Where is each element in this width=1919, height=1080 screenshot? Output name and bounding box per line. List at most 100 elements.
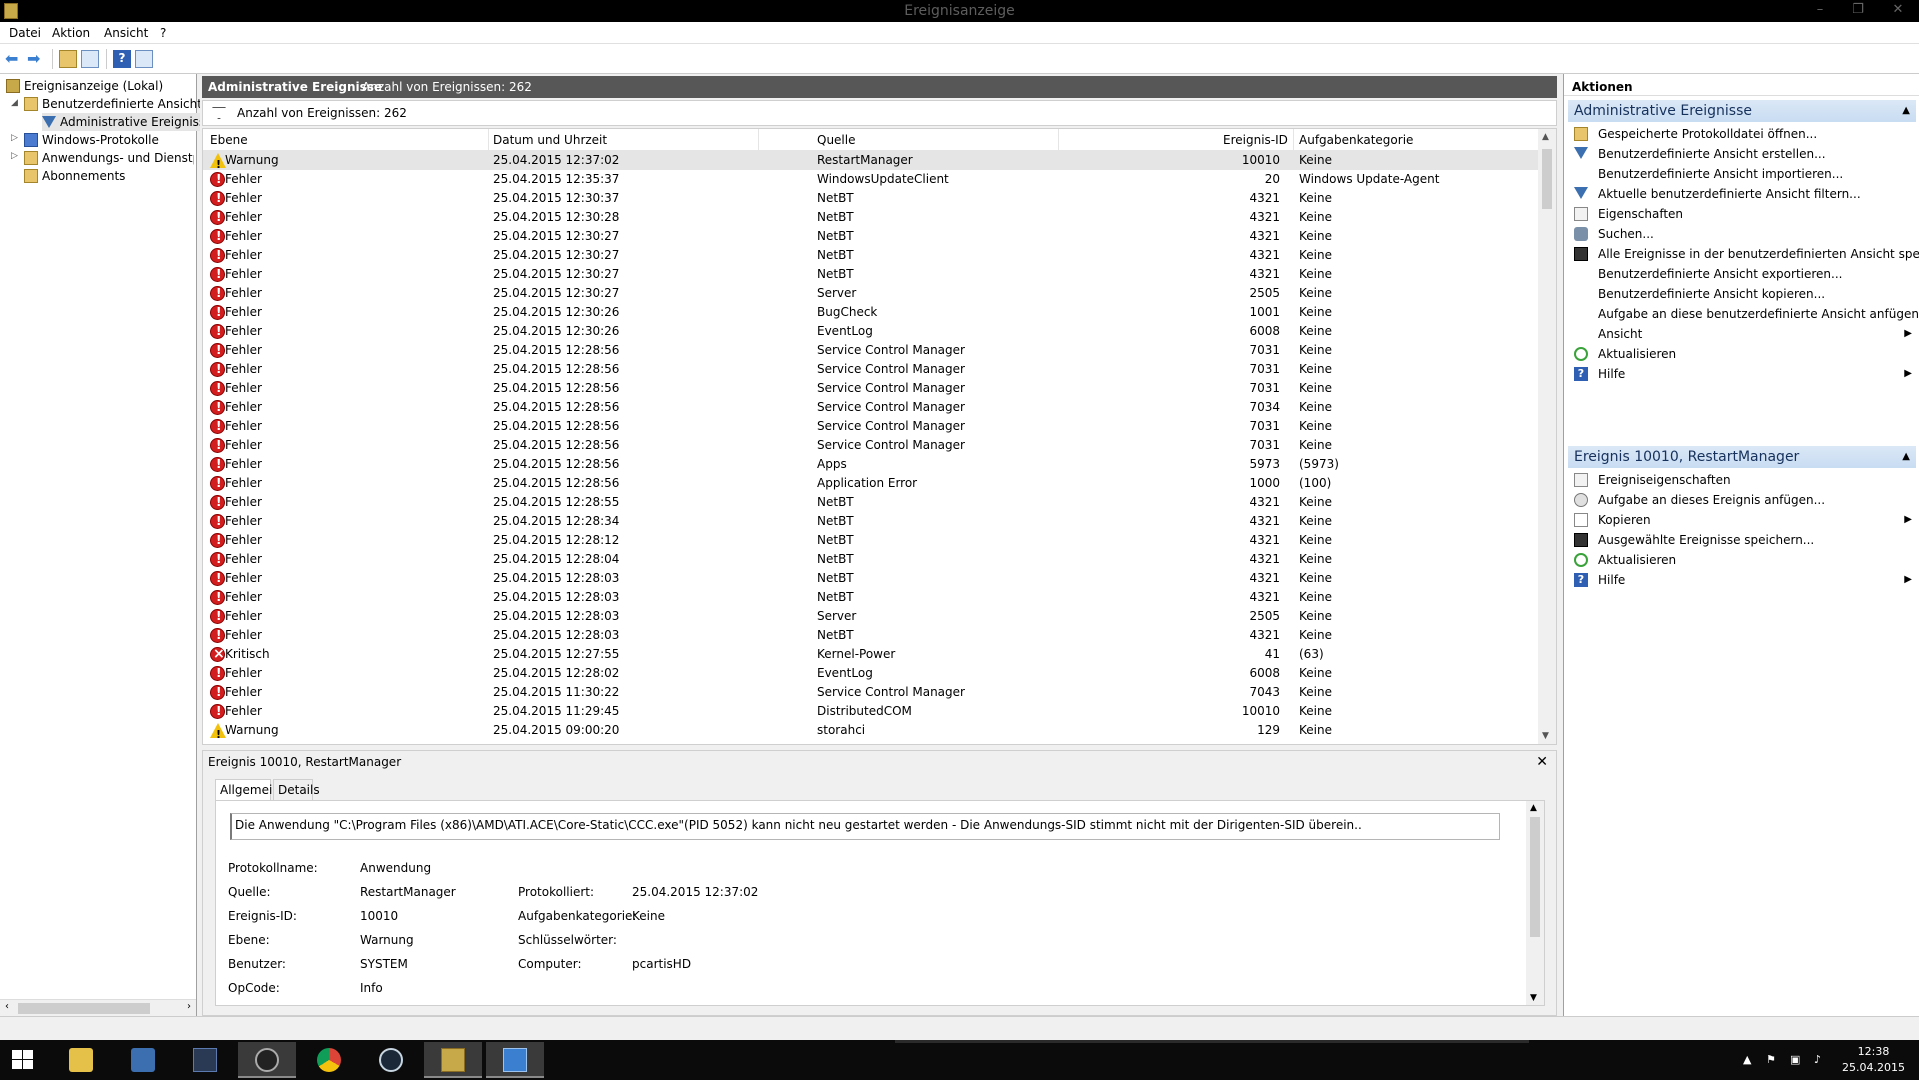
scroll-down-icon[interactable]: ▼ <box>1530 993 1537 1003</box>
action-item[interactable]: Kopieren ▶ <box>1568 510 1916 530</box>
details-vertical-scrollbar[interactable]: ▲ ▼ <box>1526 801 1544 1005</box>
collapse-caret-icon[interactable]: ▲ <box>1902 100 1910 122</box>
tab-allgemein[interactable]: Allgemein <box>215 779 280 802</box>
tree-node-windows-logs[interactable]: Windows-Protokolle <box>24 131 159 149</box>
taskbar-app-event-viewer[interactable] <box>424 1042 482 1078</box>
action-item[interactable]: Ansicht ▶ <box>1568 324 1916 344</box>
col-quelle[interactable]: Quelle <box>817 133 855 147</box>
table-row[interactable]: Fehler 25.04.2015 12:28:03 NetBT 4321 Keine <box>203 626 1538 645</box>
table-row[interactable]: Fehler 25.04.2015 12:28:56 Service Control… <box>203 436 1538 455</box>
action-item[interactable]: Benutzerdefinierte Ansicht importieren..… <box>1568 164 1916 184</box>
tab-details[interactable]: Details <box>273 779 320 801</box>
expand-arrow-icon[interactable]: ▷ <box>11 151 18 161</box>
table-row[interactable]: Fehler 25.04.2015 12:35:37 WindowsUpdateCl… <box>203 170 1538 189</box>
tree-node-admin-events[interactable]: Administrative Ereignisse <box>42 113 217 131</box>
collapse-arrow-icon[interactable]: ◢ <box>11 98 18 108</box>
scrollbar-thumb[interactable] <box>18 1003 150 1014</box>
table-row[interactable]: Fehler 25.04.2015 11:29:45 DistributedCOM 1… <box>203 702 1538 721</box>
table-row[interactable]: Fehler 25.04.2015 12:30:27 NetBT 4321 Keine <box>203 265 1538 284</box>
help-icon[interactable]: ? <box>113 50 131 68</box>
action-item[interactable]: Suchen... <box>1568 224 1916 244</box>
event-message[interactable]: Die Anwendung "C:\Program Files (x86)\AM… <box>230 813 1500 840</box>
action-center-flag-icon[interactable]: ⚑ <box>1766 1053 1776 1066</box>
taskbar-app-steam[interactable] <box>362 1042 420 1078</box>
taskbar-clock[interactable]: 12:38 25.04.2015 <box>1842 1044 1905 1076</box>
table-row[interactable]: Fehler 25.04.2015 12:28:55 NetBT 4321 Keine <box>203 493 1538 512</box>
table-row[interactable]: Fehler 25.04.2015 12:30:27 NetBT 4321 Keine <box>203 246 1538 265</box>
forward-arrow-icon[interactable]: ➡ <box>27 50 45 68</box>
table-row[interactable]: Fehler 25.04.2015 11:30:22 Service Control… <box>203 683 1538 702</box>
table-row[interactable]: Fehler 25.04.2015 12:28:04 NetBT 4321 Keine <box>203 550 1538 569</box>
table-row[interactable]: Fehler 25.04.2015 12:28:56 Application Err… <box>203 474 1538 493</box>
action-item[interactable]: Gespeicherte Protokolldatei öffnen... <box>1568 124 1916 144</box>
taskbar-app-tool[interactable] <box>176 1042 234 1078</box>
action-item[interactable]: Eigenschaften <box>1568 204 1916 224</box>
column-separator[interactable] <box>488 129 489 151</box>
tree-node-root[interactable]: Ereignisanzeige (Lokal) <box>6 77 163 95</box>
scroll-left-icon[interactable]: ‹ <box>5 1001 9 1012</box>
action-item[interactable]: Benutzerdefinierte Ansicht kopieren... <box>1568 284 1916 304</box>
column-separator[interactable] <box>1293 129 1294 151</box>
action-item[interactable]: ? Hilfe ▶ <box>1568 570 1916 590</box>
tree-node-app-logs[interactable]: Anwendungs- und Dienstprotokolle <box>24 149 194 167</box>
volume-icon[interactable]: ♪ <box>1814 1053 1821 1066</box>
taskbar-app-explorer[interactable] <box>52 1042 110 1078</box>
table-row[interactable]: Fehler 25.04.2015 12:28:56 Apps 5973 (5973) <box>203 455 1538 474</box>
menu-help[interactable]: ? <box>160 26 166 40</box>
table-row[interactable]: Fehler 25.04.2015 12:28:03 NetBT 4321 Keine <box>203 569 1538 588</box>
action-item[interactable]: Aktualisieren <box>1568 550 1916 570</box>
table-row[interactable]: Fehler 25.04.2015 12:28:02 EventLog 6008 Kei… <box>203 664 1538 683</box>
taskbar-app-chrome[interactable] <box>300 1042 358 1078</box>
action-item[interactable]: Aktuelle benutzerdefinierte Ansicht filt… <box>1568 184 1916 204</box>
scroll-up-icon[interactable]: ▲ <box>1530 803 1537 813</box>
network-tray-icon[interactable]: ▣ <box>1790 1053 1800 1066</box>
minimize-button[interactable]: – <box>1805 0 1835 22</box>
expand-arrow-icon[interactable]: ▷ <box>11 133 18 143</box>
table-row[interactable]: Fehler 25.04.2015 12:28:56 Service Control… <box>203 341 1538 360</box>
show-hide-tree-icon[interactable] <box>81 50 99 68</box>
show-hidden-icons-icon[interactable]: ▲ <box>1743 1053 1751 1066</box>
table-row[interactable]: Fehler 25.04.2015 12:28:12 NetBT 4321 Keine <box>203 531 1538 550</box>
tree-horizontal-scrollbar[interactable]: ‹ › <box>0 999 196 1016</box>
column-separator[interactable] <box>1058 129 1059 151</box>
table-row[interactable]: Fehler 25.04.2015 12:30:37 NetBT 4321 Keine <box>203 189 1538 208</box>
scroll-up-icon[interactable]: ▲ <box>1542 132 1549 142</box>
taskbar-app-control-panel[interactable] <box>486 1042 544 1078</box>
table-row[interactable]: Fehler 25.04.2015 12:30:27 Server 2505 Keine <box>203 284 1538 303</box>
action-item[interactable]: Ausgewählte Ereignisse speichern... <box>1568 530 1916 550</box>
column-separator[interactable] <box>758 129 759 151</box>
scrollbar-thumb[interactable] <box>1542 149 1552 209</box>
menu-datei[interactable]: Datei <box>9 26 41 40</box>
start-button[interactable] <box>0 1040 46 1080</box>
table-row[interactable]: Fehler 25.04.2015 12:28:56 Service Control… <box>203 417 1538 436</box>
actions-section-admin-events[interactable]: Administrative Ereignisse ▲ <box>1568 100 1916 122</box>
show-hide-action-pane-icon[interactable] <box>135 50 153 68</box>
table-row[interactable]: Fehler 25.04.2015 12:30:26 EventLog 6008 Kei… <box>203 322 1538 341</box>
close-details-icon[interactable]: ✕ <box>1536 751 1548 773</box>
scrollbar-thumb[interactable] <box>1530 817 1540 937</box>
table-row[interactable]: Fehler 25.04.2015 12:28:56 Service Control… <box>203 379 1538 398</box>
menu-ansicht[interactable]: Ansicht <box>104 26 148 40</box>
grid-vertical-scrollbar[interactable]: ▲ ▼ <box>1538 129 1556 744</box>
menu-aktion[interactable]: Aktion <box>52 26 90 40</box>
action-item[interactable]: Alle Ereignisse in der benutzerdefiniert… <box>1568 244 1919 264</box>
back-arrow-icon[interactable]: ⬅ <box>5 50 23 68</box>
col-ereignis-id[interactable]: Ereignis-ID <box>1223 133 1288 147</box>
action-item[interactable]: Aufgabe an diese benutzerdefinierte Ansi… <box>1568 304 1919 324</box>
table-row[interactable]: Warnung 25.04.2015 09:00:20 storahci 129 Kei… <box>203 721 1538 744</box>
close-window-button[interactable]: ✕ <box>1883 0 1913 22</box>
action-item[interactable]: Benutzerdefinierte Ansicht erstellen... <box>1568 144 1916 164</box>
col-aufgabenkategorie[interactable]: Aufgabenkategorie <box>1299 133 1413 147</box>
scroll-down-icon[interactable]: ▼ <box>1542 731 1549 741</box>
table-row[interactable]: Fehler 25.04.2015 12:30:26 BugCheck 1001 Kei… <box>203 303 1538 322</box>
col-datum[interactable]: Datum und Uhrzeit <box>493 133 607 147</box>
tree-node-custom-views[interactable]: Benutzerdefinierte Ansichten <box>24 95 217 113</box>
table-row[interactable]: Warnung 25.04.2015 12:37:02 RestartManager… <box>203 151 1538 174</box>
collapse-caret-icon[interactable]: ▲ <box>1902 446 1910 468</box>
action-item[interactable]: Ereigniseigenschaften <box>1568 470 1916 490</box>
taskbar-app-media[interactable] <box>238 1042 296 1078</box>
table-row[interactable]: Fehler 25.04.2015 12:28:34 NetBT 4321 Keine <box>203 512 1538 531</box>
open-folder-icon[interactable] <box>59 50 77 68</box>
table-row[interactable]: Fehler 25.04.2015 12:30:28 NetBT 4321 Keine <box>203 208 1538 227</box>
actions-section-event[interactable]: Ereignis 10010, RestartManager ▲ <box>1568 446 1916 468</box>
